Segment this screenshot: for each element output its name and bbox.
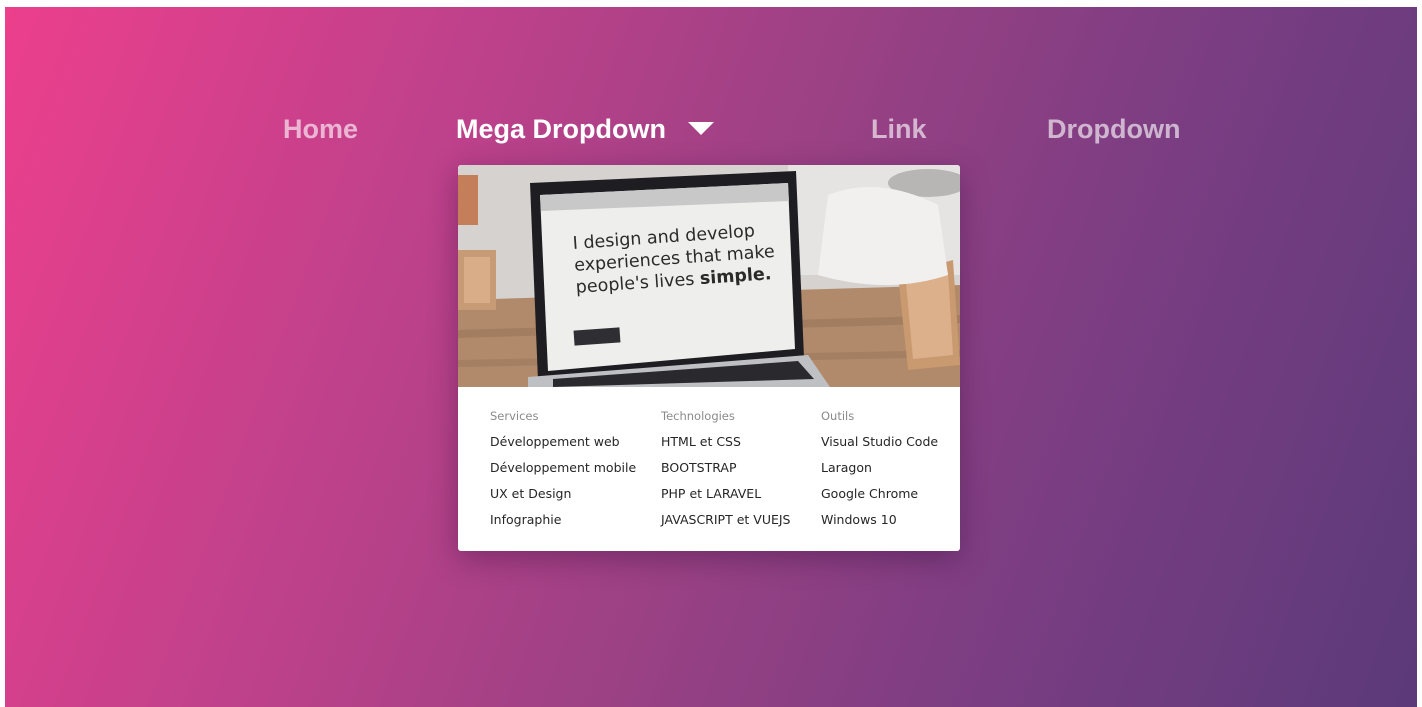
- page-background: Home Mega Dropdown Link Dropdown I desig…: [5, 7, 1417, 707]
- hero-image: I design and develop experiences that ma…: [458, 165, 960, 387]
- menu-item[interactable]: Infographie: [490, 512, 636, 528]
- column-services: Services Développement web Développement…: [490, 408, 636, 538]
- menu-item[interactable]: Développement web: [490, 434, 636, 450]
- menu-item[interactable]: PHP et LARAVEL: [661, 486, 791, 502]
- menu-item[interactable]: Développement mobile: [490, 460, 636, 476]
- nav-link[interactable]: Link: [871, 112, 927, 146]
- menu-item[interactable]: BOOTSTRAP: [661, 460, 791, 476]
- menu-item[interactable]: Laragon: [821, 460, 938, 476]
- column-title: Services: [490, 409, 539, 423]
- menu-item[interactable]: Windows 10: [821, 512, 938, 528]
- hero-screen-button: [573, 327, 621, 346]
- column-title: Outils: [821, 409, 855, 423]
- nav-dropdown[interactable]: Dropdown: [1047, 112, 1180, 146]
- nav-mega-dropdown[interactable]: Mega Dropdown: [456, 112, 714, 146]
- hero-line-3-bold: simple.: [699, 264, 773, 290]
- column-title: Technologies: [661, 409, 735, 423]
- menu-item[interactable]: UX et Design: [490, 486, 636, 502]
- menu-item[interactable]: HTML et CSS: [661, 434, 791, 450]
- caret-down-icon: [688, 122, 714, 136]
- column-outils: Outils Visual Studio Code Laragon Google…: [821, 408, 938, 538]
- column-technologies: Technologies HTML et CSS BOOTSTRAP PHP e…: [661, 408, 791, 538]
- menu-item[interactable]: Visual Studio Code: [821, 434, 938, 450]
- nav-mega-dropdown-label: Mega Dropdown: [456, 114, 666, 144]
- menu-item[interactable]: Google Chrome: [821, 486, 938, 502]
- mega-dropdown-panel: I design and develop experiences that ma…: [458, 165, 960, 551]
- nav-home[interactable]: Home: [283, 112, 358, 146]
- menu-item[interactable]: JAVASCRIPT et VUEJS: [661, 512, 791, 528]
